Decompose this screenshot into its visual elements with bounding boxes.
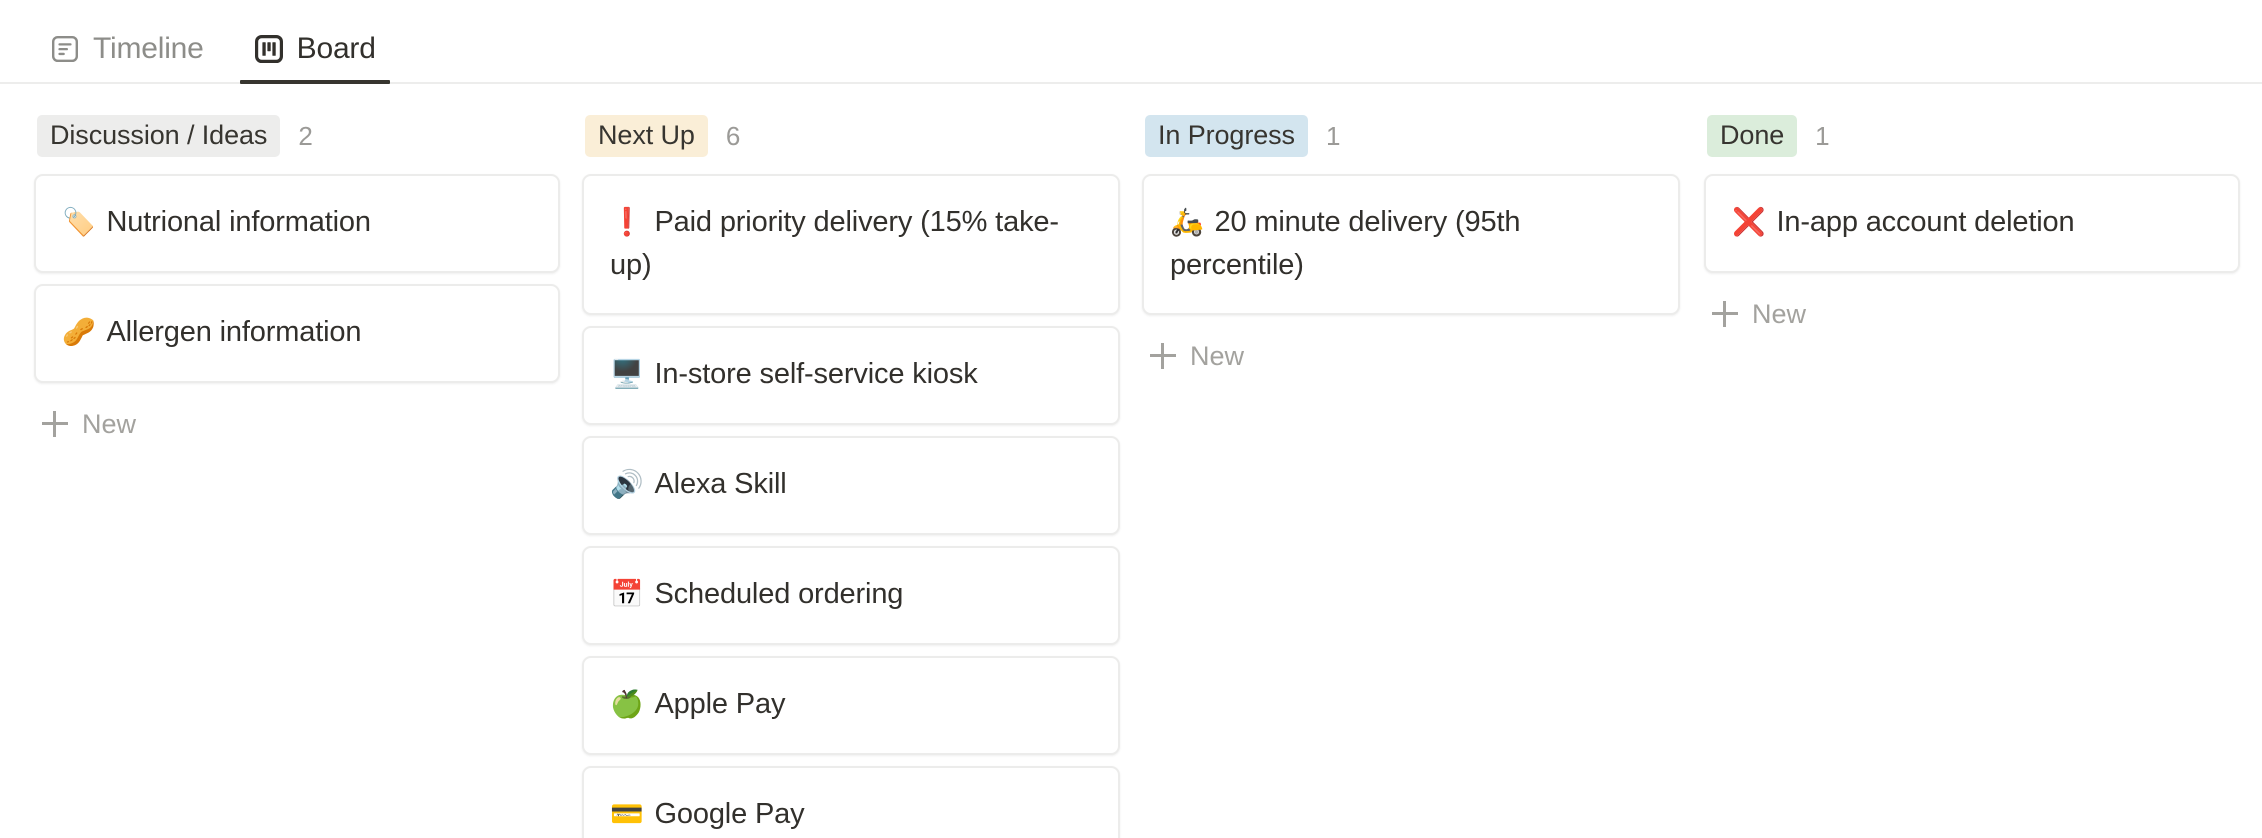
card-title-row: 🛵 20 minute delivery (95th percentile) bbox=[1170, 201, 1652, 286]
column-header[interactable]: Next Up 6 bbox=[582, 114, 1120, 158]
board-column-done: Done 1 ❌ In-app account deletion New bbox=[1680, 114, 2240, 335]
card-title-row: 📅 Scheduled ordering bbox=[610, 573, 1092, 616]
motor-scooter-emoji: 🛵 bbox=[1170, 207, 1204, 238]
card-title-text: Paid priority delivery (15% take-up) bbox=[610, 206, 1059, 281]
column-card-count: 1 bbox=[1325, 121, 1341, 151]
board-column-discussion-ideas: Discussion / Ideas 2 🏷️ Nutrional informa… bbox=[0, 114, 560, 445]
desktop-computer-emoji: 🖥️ bbox=[610, 359, 644, 390]
card-title-text: Google Pay bbox=[654, 798, 805, 830]
card-title-row: 🍏 Apple Pay bbox=[610, 683, 1092, 726]
view-tabbar: Timeline Board bbox=[0, 0, 2262, 84]
plus-icon bbox=[1712, 301, 1738, 327]
card-title-text: Alexa Skill bbox=[654, 468, 787, 500]
peanut-emoji: 🥜 bbox=[62, 317, 96, 348]
card-title-text: In-store self-service kiosk bbox=[654, 358, 978, 390]
card-title-text: Nutrional information bbox=[106, 206, 371, 238]
plus-icon bbox=[42, 411, 68, 437]
card-title-row: 🥜 Allergen information bbox=[62, 311, 532, 354]
add-new-card-label: New bbox=[82, 409, 137, 439]
column-title-pill: In Progress bbox=[1145, 115, 1308, 157]
column-card-list: 🏷️ Nutrional information 🥜 Allergen inform… bbox=[34, 174, 560, 383]
card-title-text: Scheduled ordering bbox=[654, 578, 904, 610]
card-title-text: In-app account deletion bbox=[1776, 206, 2075, 238]
tab-timeline[interactable]: Timeline bbox=[36, 32, 218, 82]
timeline-icon bbox=[50, 34, 80, 64]
board-card[interactable]: 🛵 20 minute delivery (95th percentile) bbox=[1142, 174, 1680, 315]
tab-board[interactable]: Board bbox=[239, 32, 390, 84]
card-title-row: 🔊 Alexa Skill bbox=[610, 463, 1092, 506]
card-title-row: ❌ In-app account deletion bbox=[1732, 201, 2212, 244]
board-card[interactable]: 🏷️ Nutrional information bbox=[34, 174, 560, 273]
card-title-text: Allergen information bbox=[106, 316, 362, 348]
speaker-emoji: 🔊 bbox=[610, 469, 644, 500]
cross-mark-emoji: ❌ bbox=[1732, 207, 1766, 238]
column-card-list: 🛵 20 minute delivery (95th percentile) bbox=[1142, 174, 1680, 315]
add-new-card-button[interactable]: New bbox=[1142, 335, 1254, 377]
board-card[interactable]: 💳 Google Pay bbox=[582, 766, 1120, 838]
plus-icon bbox=[1150, 343, 1176, 369]
column-card-count: 2 bbox=[298, 121, 313, 151]
column-title-pill: Done bbox=[1707, 115, 1798, 157]
column-title-pill: Next Up bbox=[585, 115, 708, 157]
board-card[interactable]: ❗ Paid priority delivery (15% take-up) bbox=[582, 174, 1120, 315]
board-card[interactable]: 🖥️ In-store self-service kiosk bbox=[582, 326, 1120, 425]
board-card[interactable]: 📅 Scheduled ordering bbox=[582, 546, 1120, 645]
card-title-text: 20 minute delivery (95th percentile) bbox=[1170, 206, 1521, 281]
add-new-card-label: New bbox=[1752, 299, 1807, 329]
card-title-row: 💳 Google Pay bbox=[610, 793, 1092, 836]
column-card-count: 1 bbox=[1815, 121, 1830, 151]
label-tag-emoji: 🏷️ bbox=[62, 207, 96, 238]
add-new-card-label: New bbox=[1190, 341, 1245, 371]
add-new-card-button[interactable]: New bbox=[34, 403, 146, 445]
card-title-row: 🖥️ In-store self-service kiosk bbox=[610, 353, 1092, 396]
green-apple-emoji: 🍏 bbox=[610, 689, 644, 720]
column-title-pill: Discussion / Ideas bbox=[37, 115, 281, 157]
board-card[interactable]: 🔊 Alexa Skill bbox=[582, 436, 1120, 535]
column-card-list: ❗ Paid priority delivery (15% take-up) 🖥️… bbox=[582, 174, 1120, 838]
column-header[interactable]: In Progress 1 bbox=[1142, 114, 1680, 158]
board-columns: Discussion / Ideas 2 🏷️ Nutrional informa… bbox=[0, 84, 2262, 838]
card-title-row: 🏷️ Nutrional information bbox=[62, 201, 532, 244]
column-card-count: 6 bbox=[725, 121, 741, 151]
column-card-list: ❌ In-app account deletion bbox=[1704, 174, 2240, 273]
exclamation-mark-emoji: ❗ bbox=[610, 207, 644, 238]
column-header[interactable]: Discussion / Ideas 2 bbox=[34, 114, 560, 158]
card-title-text: Apple Pay bbox=[654, 688, 786, 720]
board-icon bbox=[254, 34, 284, 64]
board-card[interactable]: 🍏 Apple Pay bbox=[582, 656, 1120, 755]
tab-timeline-label: Timeline bbox=[93, 32, 204, 65]
credit-card-emoji: 💳 bbox=[610, 799, 644, 830]
card-title-row: ❗ Paid priority delivery (15% take-up) bbox=[610, 201, 1092, 286]
board-card[interactable]: ❌ In-app account deletion bbox=[1704, 174, 2240, 273]
column-header[interactable]: Done 1 bbox=[1704, 114, 2240, 158]
board-column-next-up: Next Up 6 ❗ Paid priority delivery (15% t… bbox=[560, 114, 1120, 838]
add-new-card-button[interactable]: New bbox=[1704, 293, 1816, 335]
calendar-emoji: 📅 bbox=[610, 579, 644, 610]
tab-board-label: Board bbox=[296, 32, 376, 65]
kanban-board-page: Timeline Board Discussion / Ideas 2 🏷️ N… bbox=[0, 0, 2262, 838]
board-card[interactable]: 🥜 Allergen information bbox=[34, 284, 560, 383]
board-column-in-progress: In Progress 1 🛵 20 minute delivery (95th … bbox=[1120, 114, 1680, 377]
